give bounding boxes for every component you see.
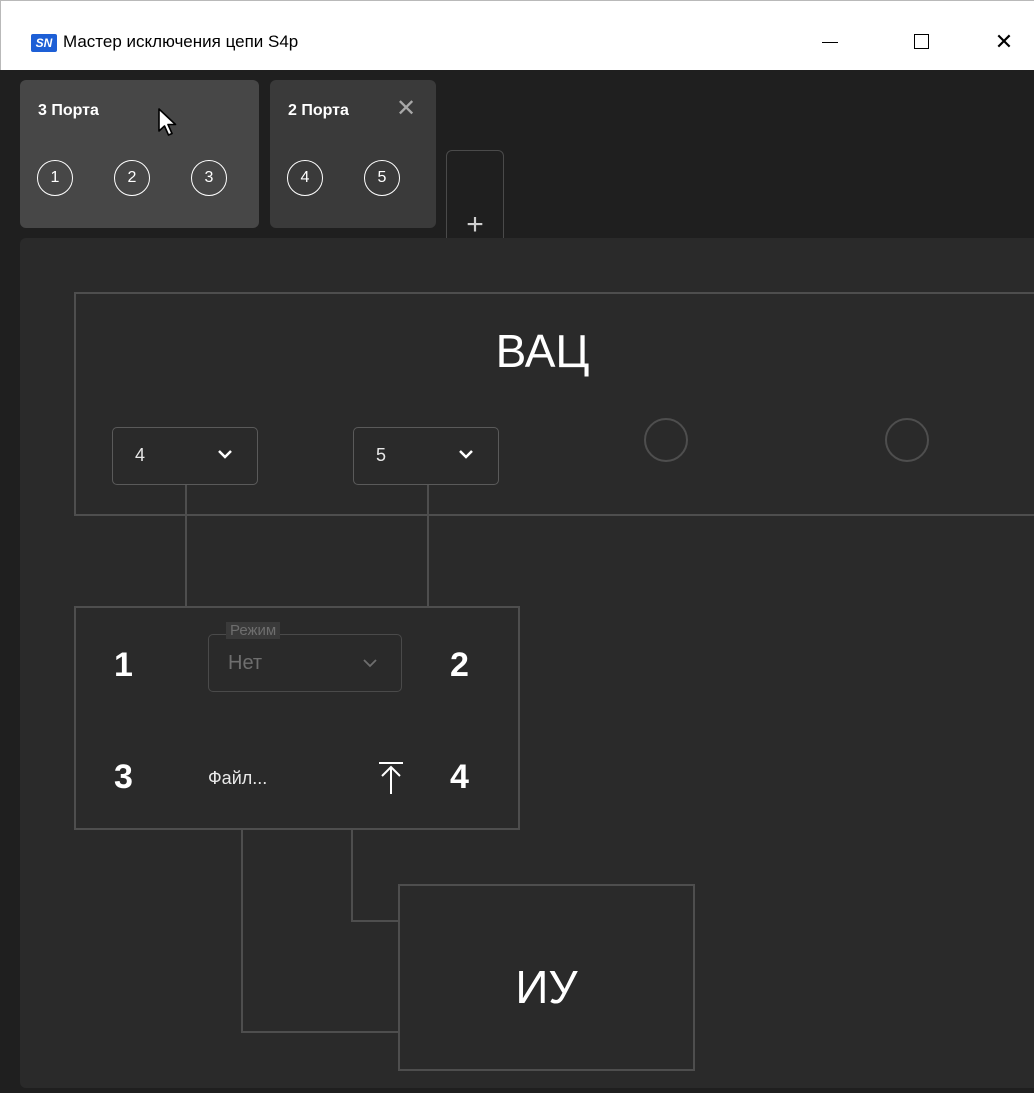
network-port-label-2: 2 [450,646,469,684]
connector-line [241,830,243,1033]
tab-label: 2 Порта [288,102,349,119]
vna-port-select-2[interactable]: 5 [353,427,499,485]
title-bar: SN Мастер исключения цепи S4p ✕ [0,0,1034,70]
select-value: 5 [376,445,387,465]
connector-line [241,1031,398,1033]
tab-label: 3 Порта [38,102,99,119]
file-button[interactable]: Файл... [208,768,267,789]
mode-value: Нет [228,652,263,674]
vna-title: ВАЦ [495,325,590,377]
tab-strip: 3 Порта 1 2 3 2 Порта ✕ 4 5 + [0,70,1034,298]
minimize-icon [822,42,838,43]
port-circle-3: 3 [191,160,227,196]
empty-port-icon [885,418,929,462]
select-value: 4 [135,445,146,465]
vna-port-select-1[interactable]: 4 [112,427,258,485]
network-port-label-3: 3 [114,758,133,796]
chevron-down-icon [363,659,377,668]
port-circle-1: 1 [37,160,73,196]
chevron-down-icon [218,450,232,459]
port-circle-5: 5 [364,160,400,196]
close-icon: ✕ [994,29,1014,54]
maximize-button[interactable] [899,23,945,61]
window-title: Мастер исключения цепи S4p [63,32,299,51]
mouse-cursor-icon [158,108,177,136]
empty-port-icon [644,418,688,462]
mode-label: Режим [226,622,281,639]
tab-3-ports[interactable]: 3 Порта 1 2 3 [20,80,259,228]
network-port-label-4: 4 [450,758,469,796]
connector-line [351,920,398,922]
tab-2-ports[interactable]: 2 Порта ✕ 4 5 [270,80,436,228]
minimize-button[interactable] [807,23,853,61]
connector-line [351,830,353,922]
upload-icon[interactable] [376,760,406,796]
tab-close-icon[interactable]: ✕ [396,94,416,123]
maximize-icon [914,34,929,49]
network-port-label-1: 1 [114,646,133,684]
chevron-down-icon [459,450,473,459]
port-circle-2: 2 [114,160,150,196]
dut-title: ИУ [515,961,578,1013]
close-button[interactable]: ✕ [981,23,1027,61]
dut-block: ИУ [398,884,695,1071]
port-circle-4: 4 [287,160,323,196]
app-logo: SN [31,34,57,52]
plus-icon: + [466,208,484,241]
